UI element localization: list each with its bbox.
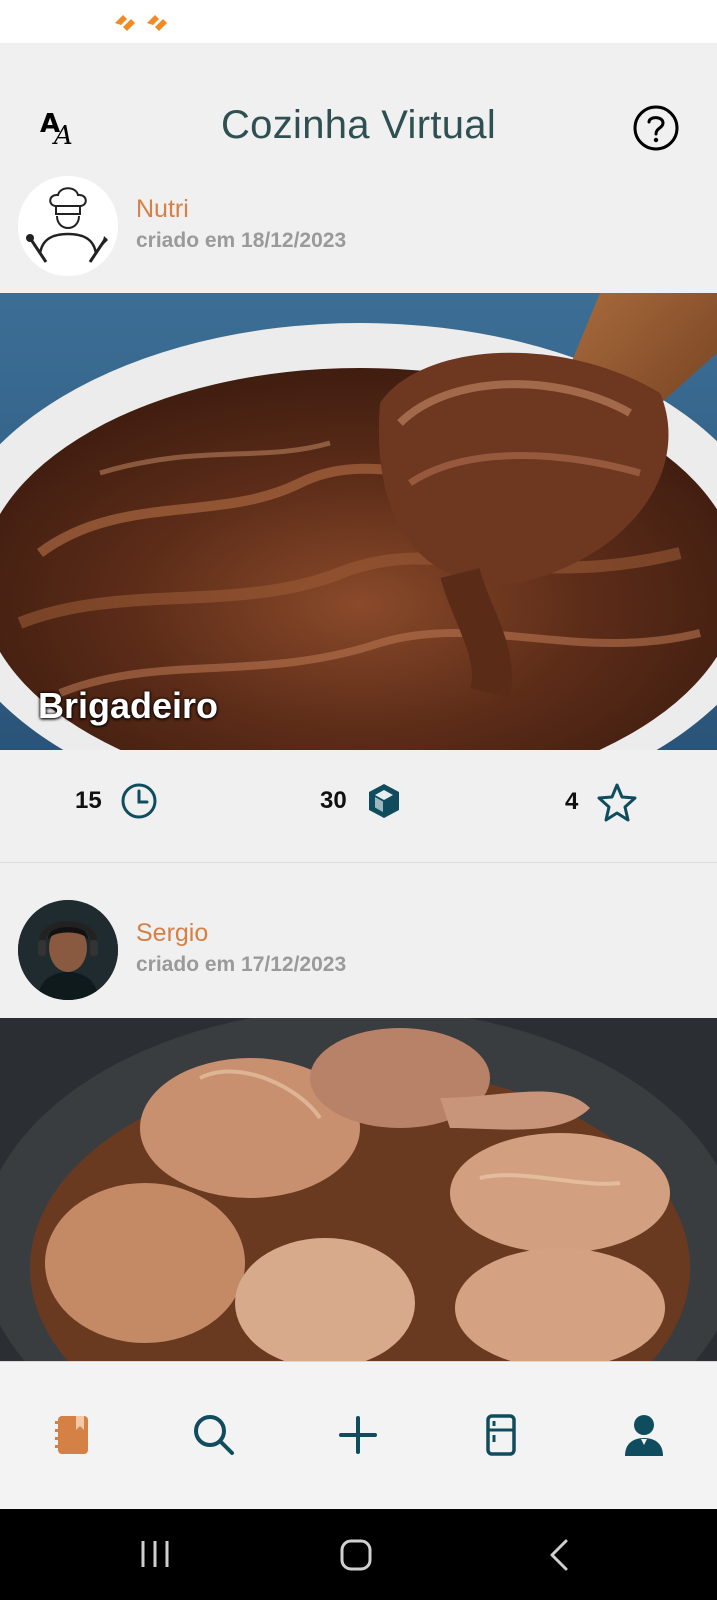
status-bar [0, 0, 717, 43]
recent-apps-icon [141, 1541, 169, 1567]
prep-time: 15 [75, 782, 158, 820]
prep-time-value: 15 [75, 787, 102, 814]
notification-icon [115, 15, 135, 31]
back-icon [550, 1539, 568, 1571]
recent-apps-button[interactable] [135, 1537, 175, 1573]
status-icons [112, 12, 170, 32]
servings: 30 [320, 782, 403, 820]
chef-avatar-icon [18, 176, 118, 276]
rating[interactable]: 4 [565, 782, 638, 822]
nav-add[interactable] [335, 1412, 381, 1458]
post-date: criado em 18/12/2023 [136, 229, 347, 252]
author-name[interactable]: Nutri [136, 195, 189, 224]
nav-recipes[interactable] [50, 1412, 96, 1458]
nav-search[interactable] [191, 1412, 237, 1458]
recipe-stats: 15 30 4 [0, 750, 717, 862]
post-date: criado em 17/12/2023 [136, 953, 347, 976]
system-navigation-bar [0, 1509, 717, 1600]
nav-fridge[interactable] [478, 1412, 524, 1458]
app-title: Cozinha Virtual [220, 103, 497, 147]
recipe-image[interactable] [0, 1018, 717, 1361]
help-button[interactable] [632, 104, 680, 152]
nav-profile[interactable] [621, 1412, 667, 1458]
user-photo-avatar [18, 900, 118, 1000]
recipe-name: Brigadeiro [38, 685, 219, 726]
back-button[interactable] [540, 1537, 580, 1573]
star-icon [597, 783, 637, 822]
help-circle-icon [633, 105, 679, 151]
clock-icon [121, 783, 157, 819]
avatar[interactable] [18, 176, 118, 276]
avatar[interactable] [18, 900, 118, 1000]
rating-value: 4 [565, 788, 579, 815]
author-name[interactable]: Sergio [136, 919, 208, 948]
servings-value: 30 [320, 787, 347, 814]
divider [0, 862, 717, 863]
home-button[interactable] [336, 1537, 376, 1573]
brigadeiro-photo [0, 293, 717, 750]
post-header: Sergio criado em 17/12/2023 [0, 898, 717, 1008]
bottom-navigation [0, 1361, 717, 1510]
recipe-image[interactable]: Brigadeiro [0, 293, 717, 750]
post-header: Nutri criado em 18/12/2023 [0, 173, 717, 283]
fridge-icon [486, 1414, 516, 1456]
chicken-photo [0, 1018, 717, 1361]
recipe-book-icon [55, 1416, 88, 1454]
plus-icon [339, 1416, 377, 1454]
profile-icon [625, 1415, 663, 1456]
search-icon [194, 1415, 234, 1455]
box-icon [368, 784, 399, 818]
home-icon [340, 1539, 372, 1571]
notification-icon [147, 15, 167, 31]
